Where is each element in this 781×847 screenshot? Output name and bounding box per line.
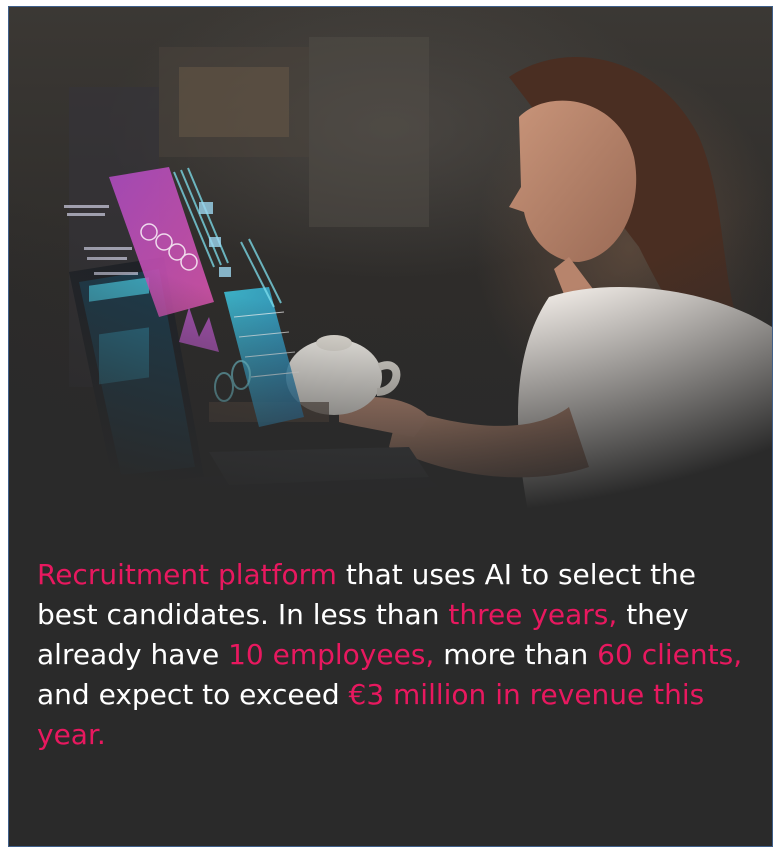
text-segment: more than — [434, 638, 598, 671]
text-segment: and expect to exceed — [37, 678, 349, 711]
highlight-clients: 60 clients, — [597, 638, 743, 671]
highlight-years: three years, — [448, 598, 618, 631]
feature-card: Recruitment platform that uses AI to sel… — [8, 6, 773, 847]
photo-illustration — [9, 7, 772, 517]
highlight-employees: 10 employees, — [228, 638, 435, 671]
hero-photo — [9, 7, 772, 517]
description-text: Recruitment platform that uses AI to sel… — [37, 555, 757, 755]
highlight-product: Recruitment platform — [37, 558, 337, 591]
